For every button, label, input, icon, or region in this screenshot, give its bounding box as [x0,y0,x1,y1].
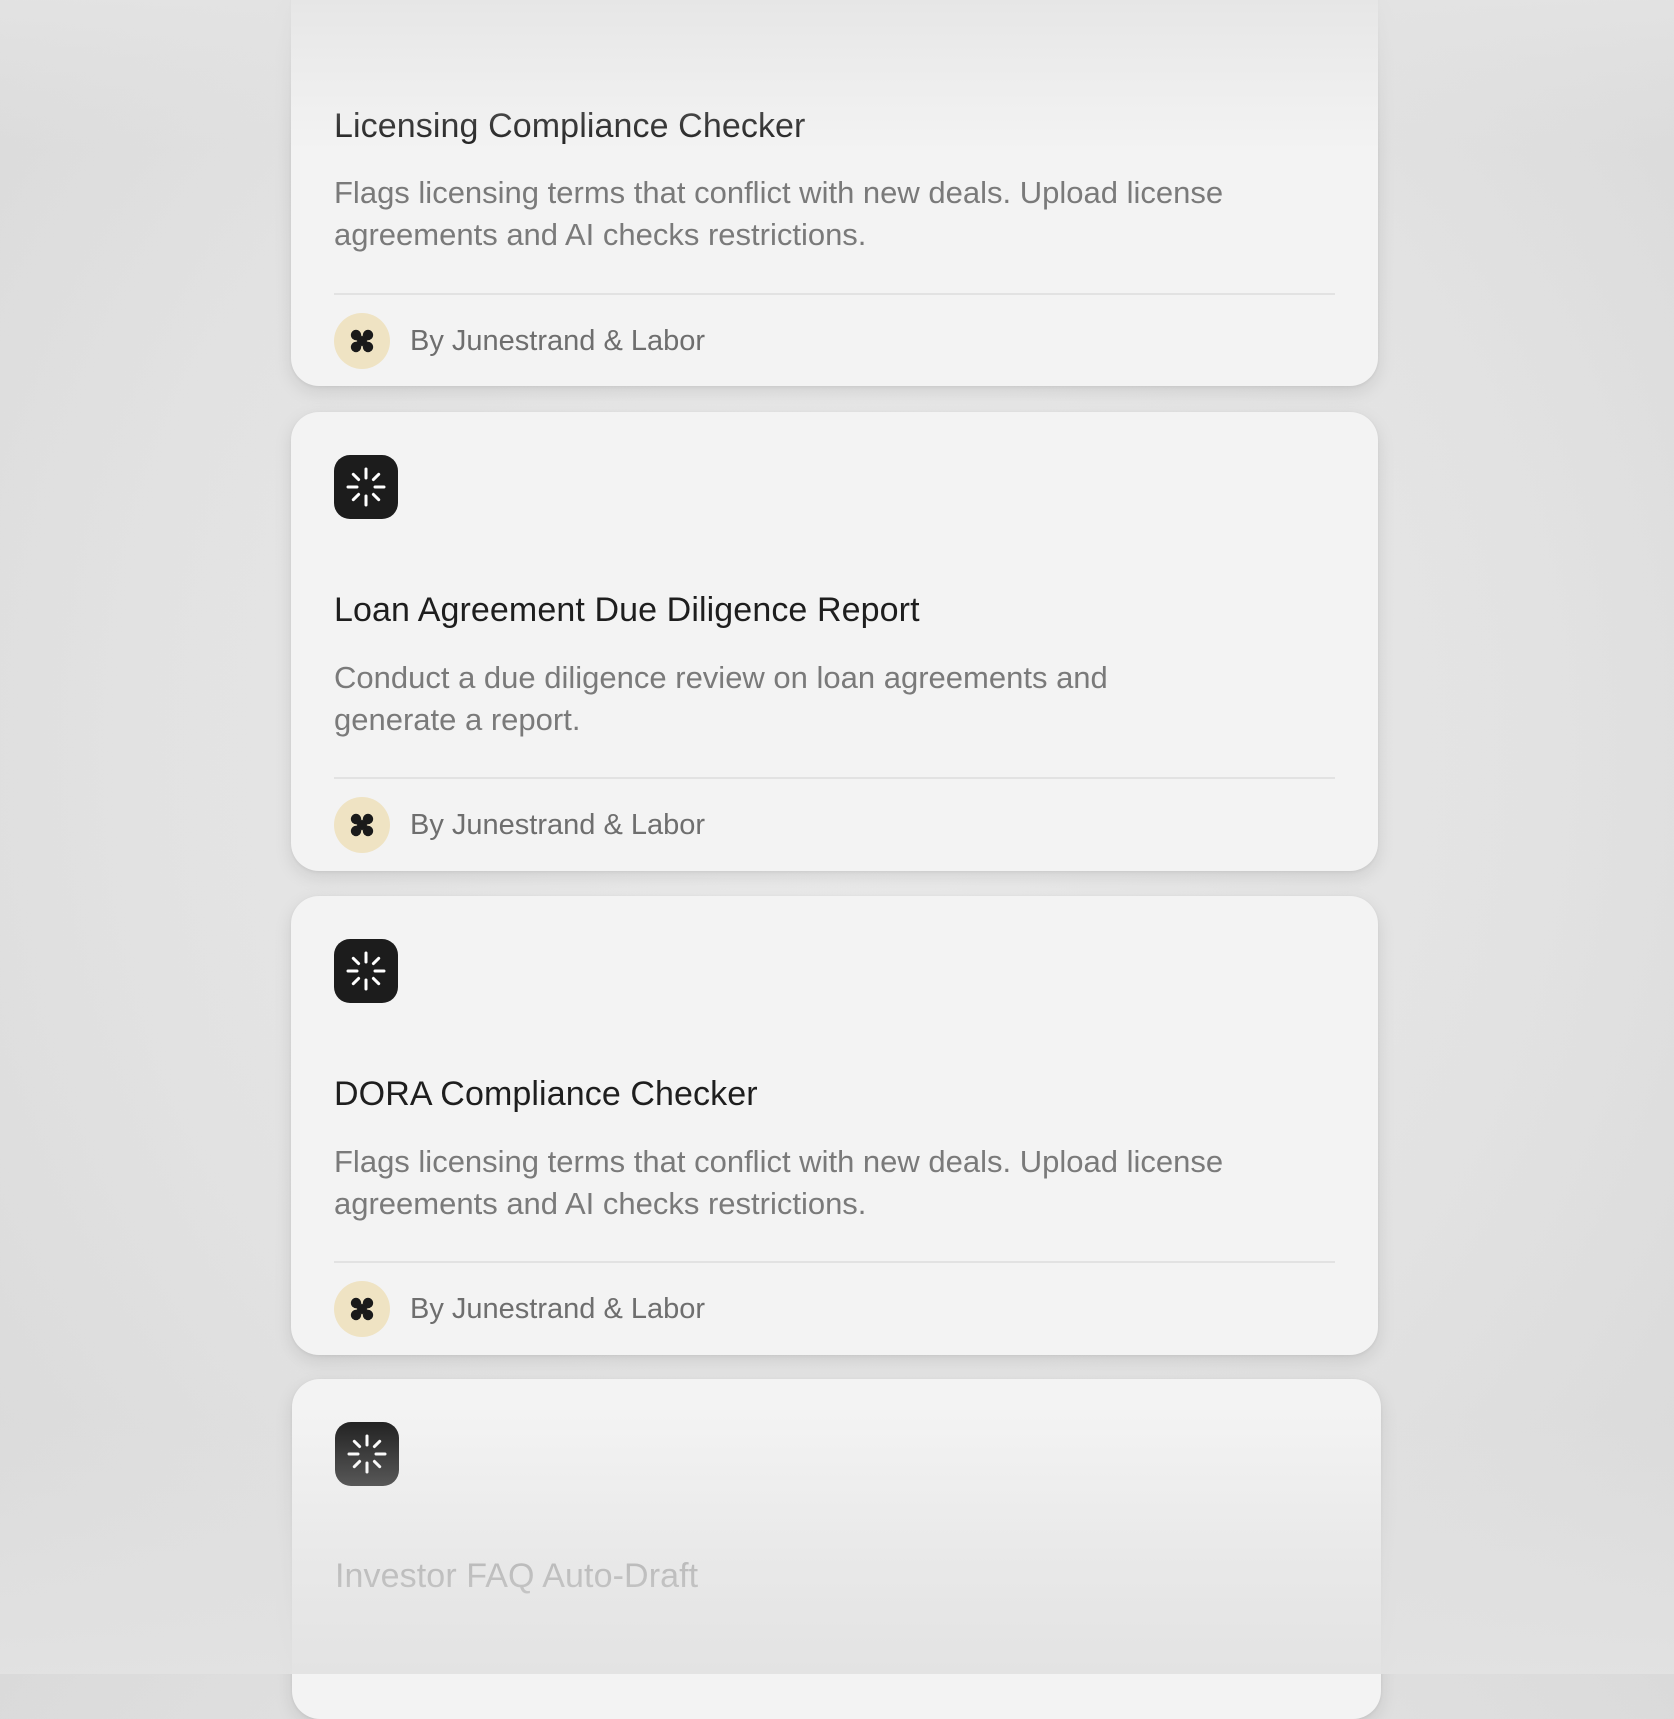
card-title: Investor FAQ Auto-Draft [335,1557,699,1595]
four-dot-logo-icon [350,329,374,353]
card-title: DORA Compliance Checker [334,1075,758,1113]
four-dot-logo-icon [350,1297,374,1321]
card-author: By Junestrand & Labor [334,1281,705,1337]
card-divider [334,1261,1335,1263]
card-author: By Junestrand & Labor [334,797,705,853]
card-divider [334,293,1335,295]
app-icon-tile [334,455,398,519]
sparkle-icon [347,1434,387,1474]
card-description: Flags licensing terms that conflict with… [334,1144,1224,1221]
author-label: By Junestrand & Labor [410,1292,706,1325]
card-title: Licensing Compliance Checker [334,107,806,145]
card-divider [334,777,1335,779]
sparkle-icon [346,467,386,507]
template-card[interactable]: Investor FAQ Auto-Draft [292,1379,1381,1719]
template-card[interactable]: Licensing Compliance Checker Flags licen… [291,0,1378,386]
author-label: By Junestrand & Labor [410,324,706,357]
author-avatar [334,1281,390,1337]
author-avatar [334,313,390,369]
template-card[interactable]: DORA Compliance Checker Flags licensing … [291,896,1378,1355]
card-description: Conduct a due diligence review on loan a… [334,660,1108,737]
four-dot-logo-icon [350,813,374,837]
app-icon-tile [334,939,398,1003]
author-avatar [334,797,390,853]
card-author: By Junestrand & Labor [334,313,705,369]
template-card-list: Licensing Compliance Checker Flags licen… [0,0,1674,1719]
author-label: By Junestrand & Labor [410,808,706,841]
card-description: Flags licensing terms that conflict with… [334,175,1224,252]
sparkle-icon [346,951,386,991]
app-icon-tile [335,1422,399,1486]
template-card[interactable]: Loan Agreement Due Diligence Report Cond… [291,412,1378,871]
card-title: Loan Agreement Due Diligence Report [334,591,920,629]
